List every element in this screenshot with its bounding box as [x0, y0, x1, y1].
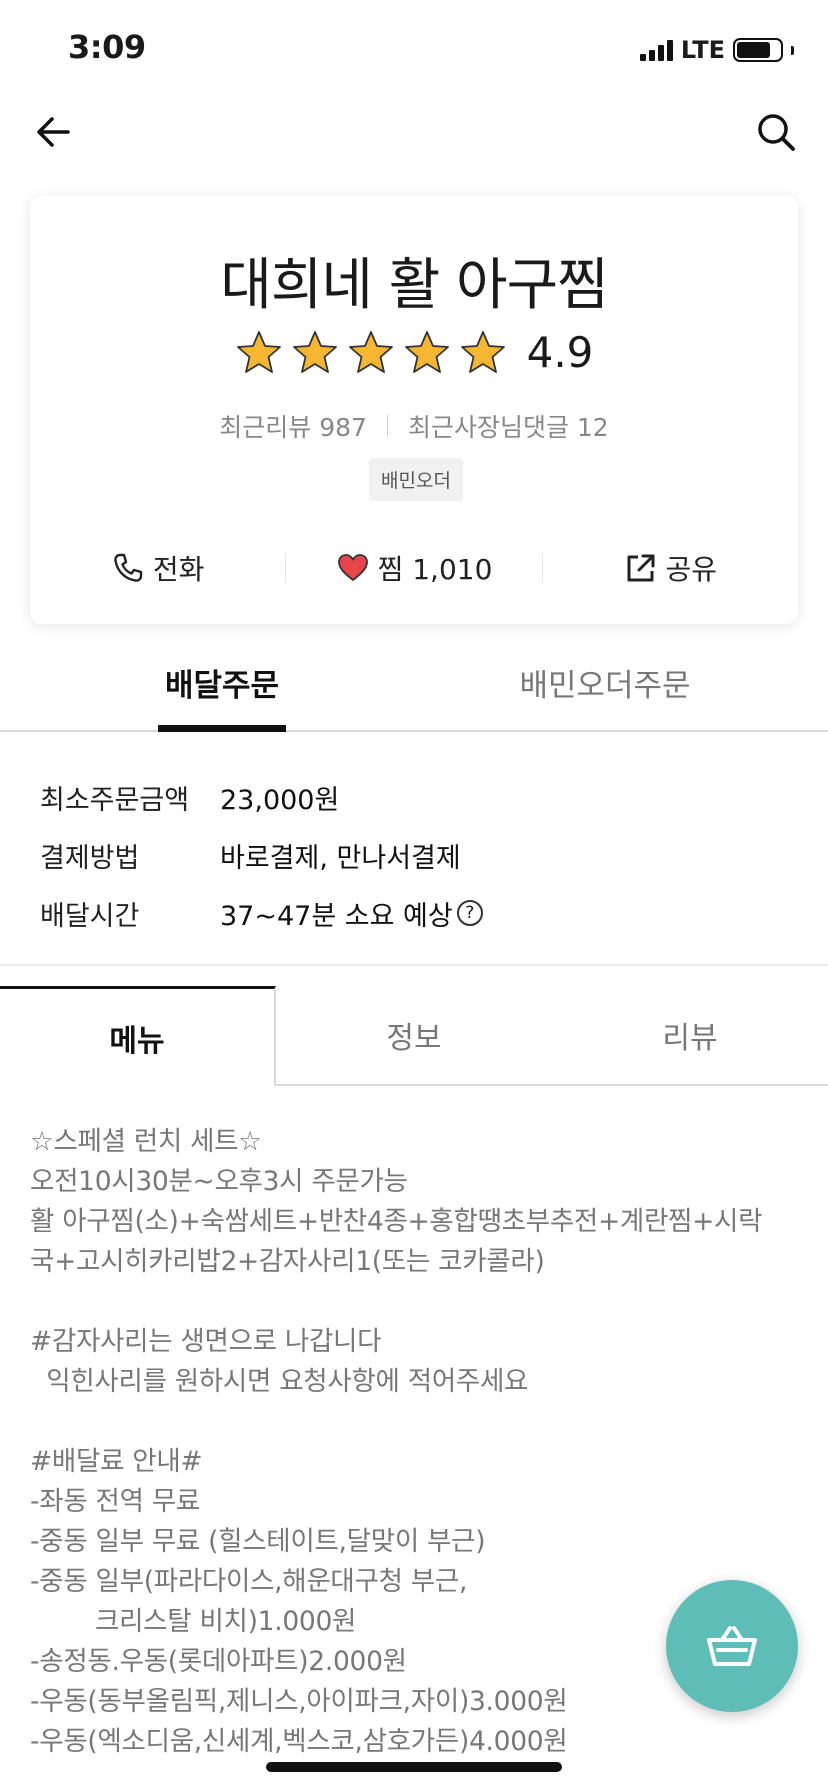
owner-replies-link[interactable]: 최근사장님댓글 12 [408, 408, 609, 444]
arrow-left-icon [37, 117, 70, 147]
search-icon [758, 114, 795, 151]
info-row-min-order: 최소주문금액 23,000원 [40, 768, 800, 826]
tab-review[interactable]: 리뷰 [552, 986, 828, 1086]
status-indicators: LTE [639, 36, 794, 64]
signal-icon [639, 39, 673, 61]
order-info: 최소주문금액 23,000원 결제방법 바로결제, 만나서결제 배달시간 37~… [40, 768, 800, 942]
rating-row: 4.9 [30, 328, 798, 377]
order-type-tabs: 배달주문 배민오더주문 [0, 660, 828, 732]
rating-value: 4.9 [526, 328, 594, 377]
status-bar: 3:09 LTE [0, 0, 828, 100]
status-time: 3:09 [68, 28, 146, 66]
section-divider [0, 964, 828, 966]
call-button[interactable]: 전화 [30, 548, 285, 588]
info-label: 결제방법 [40, 842, 140, 874]
baemin-order-badge: 배민오더 [369, 458, 463, 501]
store-actions: 전화 찜 1,010 공유 [30, 542, 798, 594]
phone-icon [114, 553, 143, 582]
call-label: 전화 [152, 553, 205, 586]
divider [386, 415, 388, 437]
info-label: 최소주문금액 [40, 784, 190, 816]
info-row-payment: 결제방법 바로결제, 만나서결제 [40, 826, 800, 884]
info-label: 배달시간 [40, 900, 140, 932]
star-icon [348, 330, 393, 373]
tab-delivery-order[interactable]: 배달주문 [158, 660, 286, 732]
share-label: 공유 [665, 553, 718, 586]
heart-icon [337, 554, 368, 581]
store-card: 대희네 활 아구찜 4.9 최근리뷰 987 최근사장님댓글 12 배민오더 전… [30, 196, 798, 624]
star-icon [460, 330, 505, 373]
favorite-count: 찜 1,010 [377, 553, 493, 586]
content-tabs: 메뉴 정보 리뷰 [0, 986, 828, 1086]
info-row-delivery-time: 배달시간 37~47분 소요 예상 ? [40, 884, 800, 942]
battery-icon [733, 38, 783, 62]
info-value: 바로결제, 만나서결제 [220, 842, 461, 874]
battery-tip [791, 45, 794, 55]
back-button[interactable] [32, 110, 76, 154]
info-value: 37~47분 소요 예상 [220, 900, 453, 932]
search-button[interactable] [754, 110, 798, 154]
favorite-button[interactable]: 찜 1,010 [286, 548, 541, 588]
share-button[interactable]: 공유 [543, 548, 798, 588]
tab-info[interactable]: 정보 [276, 986, 552, 1086]
help-icon[interactable]: ? [456, 900, 483, 926]
share-icon [627, 554, 655, 582]
star-icon [292, 330, 337, 373]
info-value: 23,000원 [220, 784, 340, 816]
network-label: LTE [680, 36, 725, 64]
tab-baemin-order[interactable]: 배민오더주문 [500, 660, 710, 732]
tab-menu[interactable]: 메뉴 [0, 986, 276, 1086]
review-stats: 최근리뷰 987 최근사장님댓글 12 [30, 408, 798, 444]
basket-icon [707, 1626, 757, 1666]
home-indicator[interactable] [266, 1762, 562, 1772]
star-icon [404, 330, 449, 373]
cart-button[interactable] [666, 1580, 798, 1712]
recent-reviews-link[interactable]: 최근리뷰 987 [219, 408, 367, 444]
star-icon [236, 330, 281, 373]
store-name: 대희네 활 아구찜 [220, 253, 608, 318]
